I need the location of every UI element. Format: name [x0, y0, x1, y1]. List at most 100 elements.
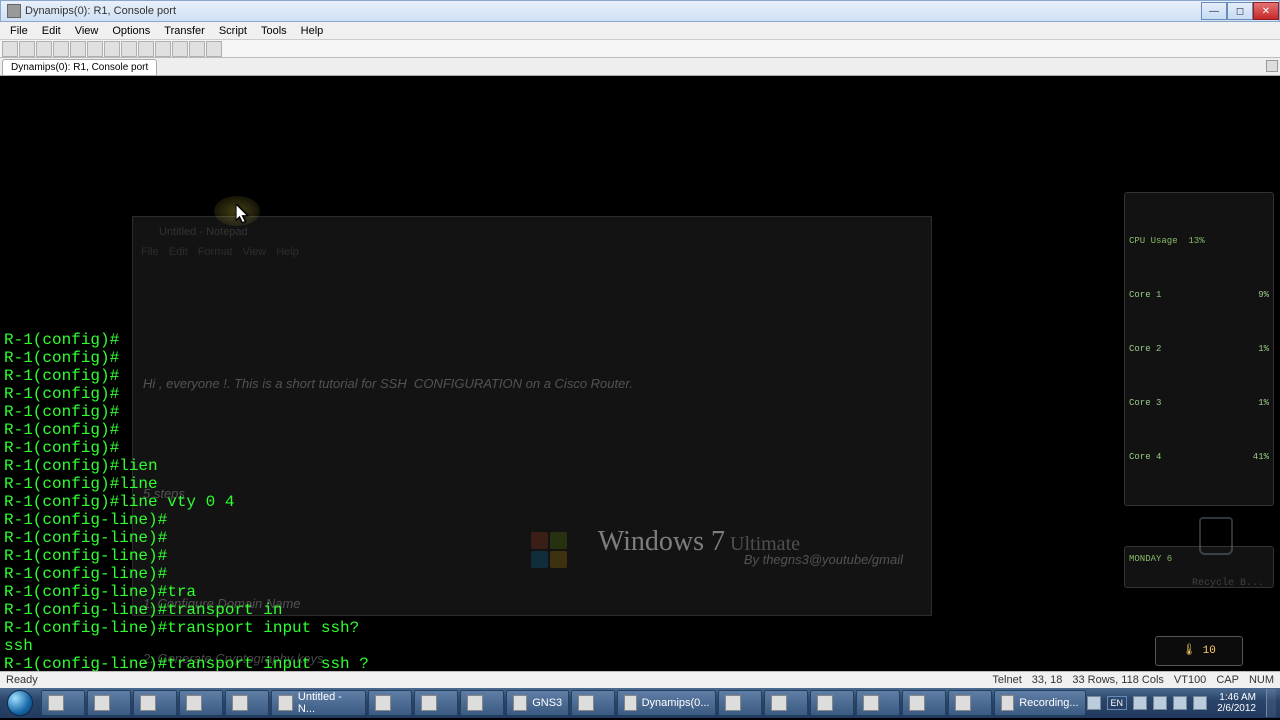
terminal-line: R-1(config)#	[4, 385, 1276, 403]
taskbar-app-icon	[375, 695, 391, 711]
notepad-menu: File Edit Format View Help	[141, 243, 299, 261]
terminal-line: R-1(config)#	[4, 439, 1276, 457]
taskbar-button[interactable]: Dynamips(0...	[617, 690, 716, 716]
toolbar-button[interactable]	[87, 41, 103, 57]
status-bar: Ready Telnet 33, 18 33 Rows, 118 Cols VT…	[0, 671, 1280, 688]
taskbar-button[interactable]	[764, 690, 808, 716]
toolbar-button[interactable]	[138, 41, 154, 57]
taskbar-button[interactable]: Recording...	[994, 690, 1085, 716]
cpu-gadget-title: CPU Usage 13%	[1129, 232, 1269, 250]
taskbar-button[interactable]	[87, 690, 131, 716]
toolbar-button[interactable]	[155, 41, 171, 57]
terminal-line: R-1(config)#line vty 0 4	[4, 493, 1276, 511]
menu-bar: File Edit View Options Transfer Script T…	[0, 22, 1280, 40]
terminal-line: R-1(config-line)#transport input ssh?	[4, 619, 1276, 637]
taskbar-button[interactable]	[225, 690, 269, 716]
taskbar-button[interactable]	[414, 690, 458, 716]
taskbar: Untitled - N... GNS3 Dynamips(0... Recordin…	[0, 688, 1280, 718]
taskbar-button[interactable]	[571, 690, 615, 716]
window-title: Dynamips(0): R1, Console port	[1, 4, 176, 18]
tray-icon[interactable]	[1173, 696, 1187, 710]
toolbar-button[interactable]	[104, 41, 120, 57]
taskbar-button[interactable]	[41, 690, 85, 716]
window-buttons: — ◻ ✕	[1201, 2, 1279, 20]
toolbar-button[interactable]	[53, 41, 69, 57]
menu-options[interactable]: Options	[106, 24, 156, 38]
taskbar-app-icon	[863, 695, 879, 711]
taskbar-button[interactable]	[856, 690, 900, 716]
toolbar-button[interactable]	[36, 41, 52, 57]
taskbar-button[interactable]: Untitled - N...	[271, 690, 367, 716]
notepad-menu-item: File	[141, 243, 159, 261]
taskbar-app-icon	[94, 695, 110, 711]
terminal[interactable]: Untitled - Notepad File Edit Format View…	[0, 76, 1280, 671]
menu-tools[interactable]: Tools	[255, 24, 293, 38]
session-tab[interactable]: Dynamips(0): R1, Console port	[2, 59, 157, 75]
taskbar-button[interactable]	[179, 690, 223, 716]
taskbar-button[interactable]	[718, 690, 762, 716]
menu-edit[interactable]: Edit	[36, 24, 67, 38]
start-button[interactable]	[0, 688, 40, 718]
terminal-line: R-1(config-line)#transport input ssh ?	[4, 655, 1276, 671]
taskbar-app-icon	[513, 695, 527, 711]
language-indicator[interactable]: EN	[1107, 696, 1128, 710]
menu-file[interactable]: File	[4, 24, 34, 38]
menu-transfer[interactable]: Transfer	[158, 24, 211, 38]
show-desktop-button[interactable]	[1266, 689, 1276, 717]
taskbar-button[interactable]	[133, 690, 177, 716]
menu-script[interactable]: Script	[213, 24, 253, 38]
tray-icon[interactable]	[1153, 696, 1167, 710]
terminal-line: R-1(config-line)#	[4, 547, 1276, 565]
terminal-line: R-1(config)#lien	[4, 457, 1276, 475]
taskbar-app-icon	[771, 695, 787, 711]
taskbar-app-icon	[578, 695, 594, 711]
toolbar-button[interactable]	[19, 41, 35, 57]
notepad-menu-item: View	[243, 243, 267, 261]
taskbar-button[interactable]	[948, 690, 992, 716]
terminal-line: ssh	[4, 637, 1276, 655]
taskbar-button-label: Dynamips(0...	[642, 697, 710, 709]
menu-help[interactable]: Help	[295, 24, 330, 38]
taskbar-button-label: Recording...	[1019, 697, 1078, 709]
tray-icon[interactable]	[1087, 696, 1101, 710]
cpu-core-name: Core 1	[1129, 286, 1161, 304]
toolbar-button[interactable]	[70, 41, 86, 57]
menu-view[interactable]: View	[69, 24, 105, 38]
taskbar-app-icon	[186, 695, 202, 711]
tray-icon[interactable]	[1133, 696, 1147, 710]
terminal-line: R-1(config-line)#	[4, 565, 1276, 583]
notepad-menu-item: Edit	[169, 243, 188, 261]
taskbar-clock[interactable]: 1:46 AM 2/6/2012	[1213, 692, 1260, 714]
terminal-line: R-1(config)#	[4, 421, 1276, 439]
tray-icon[interactable]	[1193, 696, 1207, 710]
notepad-title: Untitled - Notepad	[159, 223, 248, 241]
taskbar-app-icon	[467, 695, 483, 711]
maximize-button[interactable]: ◻	[1227, 2, 1253, 20]
close-button[interactable]: ✕	[1253, 2, 1279, 20]
toolbar-button[interactable]	[189, 41, 205, 57]
taskbar-button[interactable]	[460, 690, 504, 716]
status-emulation: VT100	[1174, 674, 1206, 686]
session-tab-label: Dynamips(0): R1, Console port	[11, 62, 148, 73]
taskbar-button[interactable]	[902, 690, 946, 716]
status-num: NUM	[1249, 674, 1274, 686]
tab-scroll-button[interactable]	[1266, 60, 1278, 72]
taskbar-app-icon	[140, 695, 156, 711]
toolbar-button[interactable]	[206, 41, 222, 57]
terminal-line: R-1(config)#	[4, 403, 1276, 421]
toolbar-button[interactable]	[2, 41, 18, 57]
clock-date: 2/6/2012	[1217, 703, 1256, 714]
terminal-line: R-1(config-line)#tra	[4, 583, 1276, 601]
minimize-button[interactable]: —	[1201, 2, 1227, 20]
clock-time: 1:46 AM	[1217, 692, 1256, 703]
toolbar-button[interactable]	[172, 41, 188, 57]
notepad-menu-item: Help	[276, 243, 299, 261]
taskbar-app-icon	[817, 695, 833, 711]
toolbar-button[interactable]	[121, 41, 137, 57]
terminal-line: R-1(config)#	[4, 331, 1276, 349]
taskbar-button[interactable]: GNS3	[506, 690, 569, 716]
taskbar-button[interactable]	[810, 690, 854, 716]
terminal-line: R-1(config)#line	[4, 475, 1276, 493]
terminal-line: R-1(config-line)#	[4, 511, 1276, 529]
taskbar-button[interactable]	[368, 690, 412, 716]
